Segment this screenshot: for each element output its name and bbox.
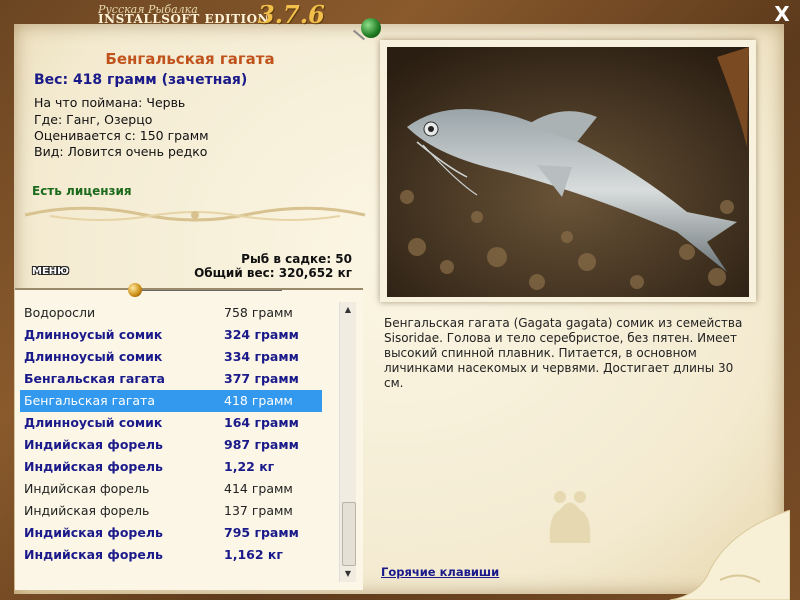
list-item-weight: 414 грамм [224, 481, 293, 496]
list-item-name: Длинноусый сомик [24, 415, 163, 430]
list-item-weight: 1,162 кг [224, 547, 283, 562]
fish-rarity: Вид: Ловится очень редко [34, 144, 208, 159]
pin-icon [361, 18, 381, 38]
fish-rated-from: Оценивается с: 150 грамм [34, 128, 209, 143]
license-status: Есть лицензия [32, 184, 132, 198]
fish-weight: Вес: 418 грамм (зачетная) [34, 72, 248, 88]
watermark-figure [549, 491, 591, 543]
list-item-name: Бенгальская гагата [24, 393, 155, 408]
cage-count: Рыб в садке: 50 [241, 252, 352, 266]
list-item[interactable]: Индийская форель 987 грамм [20, 434, 322, 456]
bobber-icon [128, 283, 142, 297]
list-item-name: Индийская форель [24, 459, 163, 474]
list-item-weight: 758 грамм [224, 305, 293, 320]
title-bar: Русская Рыбалка INSTALLSOFT EDITION 3.7.… [0, 0, 800, 29]
list-item[interactable]: Длинноусый сомик 164 грамм [20, 412, 322, 434]
list-item[interactable]: Индийская форель 1,22 кг [20, 456, 322, 478]
list-item-name: Индийская форель [24, 437, 163, 452]
list-item[interactable]: Индийская форель 1,162 кг [20, 544, 322, 566]
cage-total-weight: Общий вес: 320,652 кг [194, 266, 352, 280]
list-item-weight: 324 грамм [224, 327, 299, 342]
ornament-divider [24, 206, 366, 222]
catch-list: Водоросли 758 грамм Длинноусый сомик 324 гр… [20, 302, 322, 566]
list-item[interactable]: Бенгальская гагата 418 грамм [20, 390, 322, 412]
list-item-name: Длинноусый сомик [24, 327, 163, 342]
list-item[interactable]: Водоросли 758 грамм [20, 302, 322, 324]
list-item-weight: 987 грамм [224, 437, 299, 452]
list-item-weight: 137 грамм [224, 503, 293, 518]
list-item-weight: 418 грамм [224, 393, 293, 408]
logo-title: INSTALLSOFT EDITION [98, 12, 270, 26]
list-item-name: Индийская форель [24, 547, 163, 562]
list-item-weight: 795 грамм [224, 525, 299, 540]
catch-list-scrollbar[interactable]: ▲ ▼ [339, 302, 356, 582]
fish-location: Где: Ганг, Озерцо [34, 112, 153, 127]
fish-photo [387, 47, 749, 297]
scroll-thumb[interactable] [342, 502, 356, 566]
list-item-weight: 334 грамм [224, 349, 299, 364]
menu-button[interactable]: МЕНЮ [32, 266, 78, 280]
list-item-name: Бенгальская гагата [24, 371, 165, 386]
list-item-name: Индийская форель [24, 481, 150, 496]
list-item-name: Индийская форель [24, 525, 163, 540]
logo-version: 3.7.6 [258, 0, 325, 29]
list-item-name: Индийская форель [24, 503, 150, 518]
list-item[interactable]: Длинноусый сомик 324 грамм [20, 324, 322, 346]
scroll-down-icon[interactable]: ▼ [340, 566, 356, 582]
list-item-name: Водоросли [24, 305, 96, 320]
list-item[interactable]: Бенгальская гагата 377 грамм [20, 368, 322, 390]
hotkeys-link[interactable]: Горячие клавиши [381, 565, 499, 579]
scroll-up-icon[interactable]: ▲ [340, 302, 356, 318]
fish-bait: На что поймана: Червь [34, 95, 186, 110]
list-item[interactable]: Индийская форель 414 грамм [20, 478, 322, 500]
list-item-weight: 1,22 кг [224, 459, 275, 474]
list-item[interactable]: Длинноусый сомик 334 грамм [20, 346, 322, 368]
close-icon[interactable]: X [772, 4, 792, 24]
list-item-weight: 164 грамм [224, 415, 299, 430]
list-item-weight: 377 грамм [224, 371, 299, 386]
list-item-name: Длинноусый сомик [24, 349, 163, 364]
list-item[interactable]: Индийская форель 795 грамм [20, 522, 322, 544]
fish-name: Бенгальская гагата [105, 50, 275, 68]
fishing-line [142, 290, 282, 291]
list-item[interactable]: Индийская форель 137 грамм [20, 500, 322, 522]
fish-description: Бенгальская гагата (Gagata gagata) сомик… [384, 316, 743, 390]
page-curl [669, 510, 790, 600]
